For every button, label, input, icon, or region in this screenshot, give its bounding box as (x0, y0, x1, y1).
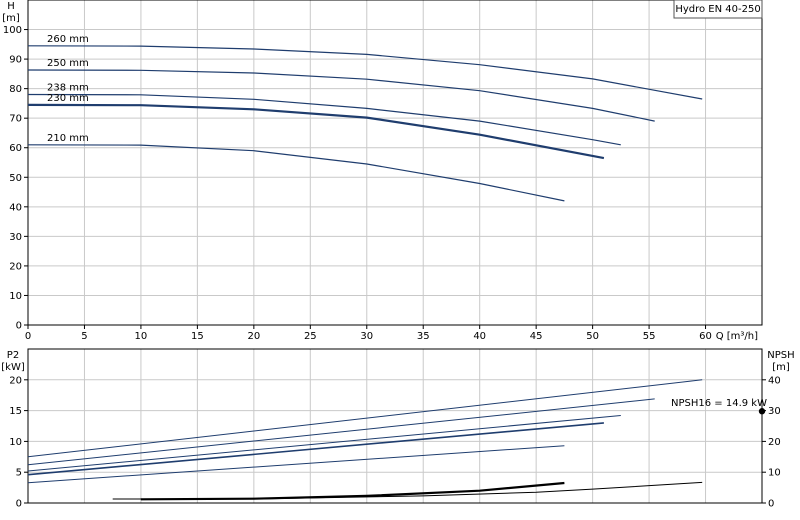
h-axis-title: H (7, 1, 15, 12)
h-x-tick-label: 60 (699, 331, 712, 342)
curve-label-250mm: 250 mm (47, 58, 89, 69)
power-curve-0 (27, 379, 703, 458)
p-y-tick-label: 0 (16, 499, 22, 510)
head-curve-230mm (27, 103, 605, 160)
curve-label-230mm: 230 mm (47, 93, 89, 104)
h-x-tick-label: 55 (643, 331, 656, 342)
p2-axis-unit: [kW] (1, 362, 25, 373)
h-x-tick-label: 30 (360, 331, 373, 342)
h-x-tick-label: 45 (530, 331, 543, 342)
p-y-tick-label: 5 (16, 468, 22, 479)
p-y-tick-label: 15 (9, 406, 22, 417)
head-curve-260mm (27, 45, 703, 100)
curve-label-210mm: 210 mm (47, 133, 89, 144)
p-y-tick-label: 10 (9, 437, 22, 448)
pump-performance-chart: 0 5 10 15 20 25 30 35 40 45 50 55 600102030405060708… (1, 0, 795, 510)
h-x-tick-label: 25 (304, 331, 317, 342)
h-x-tick-label: 50 (586, 331, 599, 342)
h-y-tick-label: 80 (9, 84, 22, 95)
p2-axis-title: P2 (7, 350, 19, 361)
h-y-tick-label: 100 (3, 25, 22, 36)
h-x-tick-label: 0 (25, 331, 31, 342)
h-y-tick-label: 30 (9, 232, 22, 243)
npsh-axis-unit: [m] (772, 362, 790, 373)
h-y-tick-label: 0 (16, 321, 22, 332)
npsh-y-tick-label: 40 (768, 375, 781, 386)
head-curve-210mm (27, 144, 565, 202)
npsh-curve-6 (140, 481, 565, 501)
head-curve-250mm (27, 69, 655, 122)
h-plot-frame (27, 0, 763, 326)
h-x-tick-label: 20 (247, 331, 260, 342)
npsh-annotation: NPSH16 = 14.9 kW (671, 398, 767, 409)
h-y-tick-label: 10 (9, 291, 22, 302)
legend-pump-model: Hydro EN 40-250 (675, 4, 760, 15)
npsh-curve-5 (112, 481, 703, 500)
p-y-tick-label: 20 (9, 375, 22, 386)
h-x-tick-label: 40 (473, 331, 486, 342)
npsh-axis-title: NPSH (767, 350, 794, 361)
h-y-tick-label: 70 (9, 114, 22, 125)
h-y-tick-label: 40 (9, 202, 22, 213)
q-axis-label: Q [m³/h] (716, 331, 758, 342)
head-curve-238mm (27, 93, 621, 146)
h-axis-unit: [m] (2, 13, 20, 24)
npsh-y-tick-label: 10 (768, 468, 781, 479)
h-x-tick-label: 35 (417, 331, 430, 342)
h-y-tick-label: 20 (9, 261, 22, 272)
npsh-marker (758, 408, 766, 415)
power-curve-1 (27, 398, 655, 466)
h-x-tick-label: 10 (135, 331, 148, 342)
h-y-tick-label: 50 (9, 173, 22, 184)
h-y-tick-label: 60 (9, 143, 22, 154)
h-x-tick-label: 15 (191, 331, 204, 342)
h-y-tick-label: 90 (9, 55, 22, 66)
curve-label-260mm: 260 mm (47, 34, 89, 45)
h-x-tick-label: 5 (81, 331, 87, 342)
npsh-y-tick-label: 20 (768, 437, 781, 448)
npsh-y-tick-label: 30 (768, 406, 781, 417)
npsh-y-tick-label: 0 (768, 499, 774, 510)
